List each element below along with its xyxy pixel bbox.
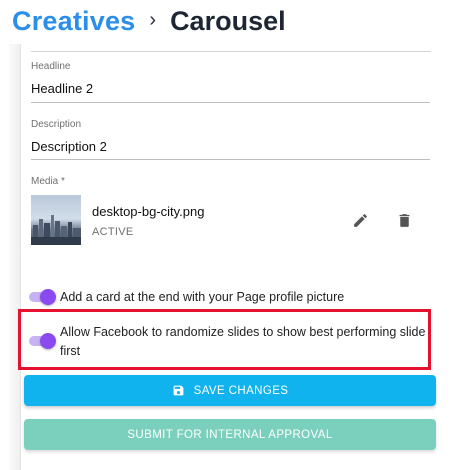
save-changes-button[interactable]: SAVE CHANGES bbox=[24, 375, 436, 406]
description-underline bbox=[31, 159, 430, 160]
headline-input[interactable]: Headline 2 bbox=[31, 81, 430, 96]
breadcrumb: Creatives › Carousel bbox=[12, 2, 286, 40]
description-label: Description bbox=[31, 119, 82, 130]
toggle-row-randomize-slides: Allow Facebook to randomize slides to sh… bbox=[27, 323, 432, 361]
divider bbox=[31, 51, 431, 52]
media-section: Media * bbox=[31, 176, 430, 187]
submit-for-approval-button[interactable]: SUBMIT FOR INTERNAL APPROVAL bbox=[24, 419, 436, 450]
trash-icon bbox=[399, 213, 409, 227]
card-edge bbox=[9, 44, 20, 470]
toggle-row-page-profile-card: Add a card at the end with your Page pro… bbox=[27, 288, 400, 307]
breadcrumb-creatives-link[interactable]: Creatives bbox=[12, 6, 135, 37]
headline-field[interactable]: Headline Headline 2 bbox=[31, 61, 430, 103]
floppy-disk-icon bbox=[172, 384, 185, 397]
carousel-card-panel bbox=[20, 44, 457, 470]
delete-media-button[interactable] bbox=[393, 209, 415, 231]
media-file-name: desktop-bg-city.png bbox=[92, 204, 205, 219]
description-input[interactable]: Description 2 bbox=[31, 139, 430, 154]
toggle-thumb bbox=[40, 289, 56, 305]
description-field[interactable]: Description Description 2 bbox=[31, 119, 430, 160]
page-title: Carousel bbox=[170, 5, 286, 36]
save-changes-label: SAVE CHANGES bbox=[193, 384, 289, 397]
edit-media-button[interactable] bbox=[349, 209, 371, 231]
submit-for-approval-label: SUBMIT FOR INTERNAL APPROVAL bbox=[127, 428, 333, 441]
page-profile-card-label: Add a card at the end with your Page pro… bbox=[60, 290, 345, 304]
breadcrumb-chevron-icon: › bbox=[149, 8, 157, 31]
city-skyline-image bbox=[31, 215, 81, 245]
page-profile-card-toggle[interactable] bbox=[27, 289, 57, 305]
pencil-icon bbox=[353, 213, 367, 227]
media-status-badge: ACTIVE bbox=[92, 226, 134, 238]
randomize-slides-toggle[interactable] bbox=[27, 333, 57, 349]
media-thumbnail[interactable] bbox=[31, 195, 81, 245]
headline-underline bbox=[31, 102, 430, 103]
randomize-slides-label: Allow Facebook to randomize slides to sh… bbox=[60, 325, 426, 358]
media-label: Media * bbox=[31, 176, 65, 187]
toggle-thumb bbox=[40, 333, 56, 349]
headline-label: Headline bbox=[31, 61, 71, 72]
